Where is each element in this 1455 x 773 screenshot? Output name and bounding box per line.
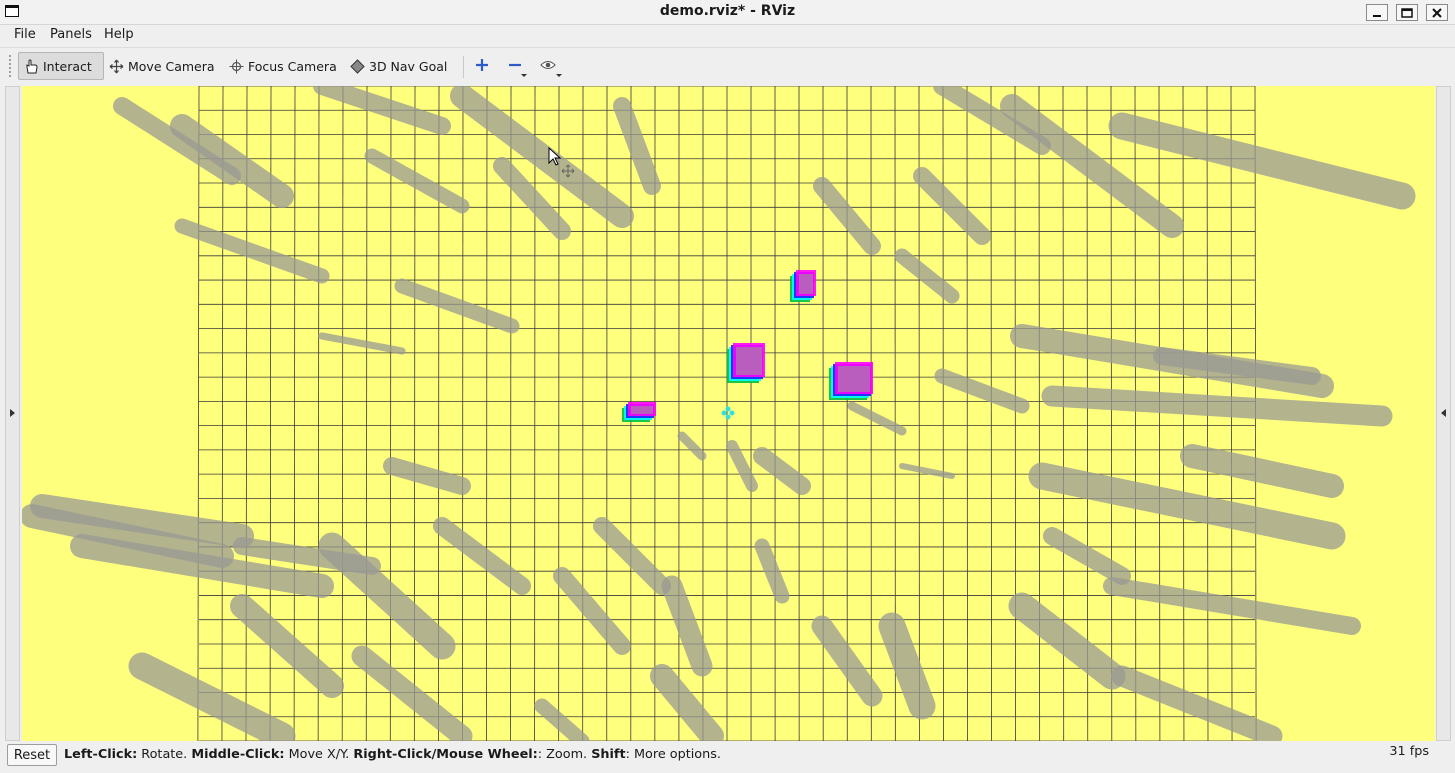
menu-file[interactable]: File: [14, 27, 36, 42]
focal-point-marker: [721, 406, 735, 420]
close-icon: [1432, 7, 1442, 18]
marker-boxes: [622, 270, 873, 422]
remove-tool-icon: [509, 63, 521, 67]
move-arrows-icon: [109, 59, 124, 74]
add-tool-icon: [476, 59, 488, 71]
window-title: demo.rviz* - RViz: [659, 3, 796, 19]
menu-panels[interactable]: Panels: [50, 27, 92, 42]
maximize-icon: [1401, 7, 1413, 18]
hint-right-click-key: Right-Click/Mouse Wheel:: [353, 747, 538, 762]
fps-counter: 31 fps: [1389, 744, 1429, 759]
minimize-button[interactable]: [1366, 4, 1388, 21]
tool-interact[interactable]: Interact: [18, 52, 104, 80]
reset-button[interactable]: Reset: [7, 744, 57, 766]
tool-focus-camera[interactable]: Focus Camera: [224, 52, 342, 80]
close-button[interactable]: [1426, 4, 1448, 21]
left-dock-collapse-bar[interactable]: [5, 86, 20, 741]
tool-interact-label: Interact: [43, 58, 92, 74]
menu-bar: File Panels Help: [0, 24, 1455, 46]
toolbar-grip-handle[interactable]: [8, 54, 12, 78]
tool-focus-camera-label: Focus Camera: [248, 58, 337, 74]
interaction-hint: Left-Click: Rotate. Middle-Click: Move X…: [64, 747, 721, 762]
tool-bar: Interact Move Camera Focus Camera 3D Nav…: [0, 47, 1455, 85]
tool-3d-nav-goal[interactable]: 3D Nav Goal: [345, 52, 452, 80]
hint-middle-click-desc: Move X/Y.: [284, 747, 354, 762]
tool-move-camera[interactable]: Move Camera: [104, 52, 220, 80]
remove-tool-dropdown-caret[interactable]: [521, 74, 527, 77]
diamond-icon: [350, 58, 365, 74]
hint-middle-click-key: Middle-Click:: [191, 747, 285, 762]
eye-icon: [540, 61, 556, 69]
maximize-button[interactable]: [1396, 4, 1418, 21]
right-dock-collapse-bar[interactable]: [1436, 86, 1451, 741]
hint-right-click-desc: : Zoom.: [537, 747, 592, 762]
expand-left-arrow-icon: [10, 409, 15, 417]
toolbar-separator: [463, 56, 464, 78]
tool-3d-nav-goal-label: 3D Nav Goal: [369, 58, 448, 74]
render-viewport[interactable]: [22, 86, 1435, 741]
hand-pointer-icon: [24, 58, 39, 74]
expand-right-arrow-icon: [1441, 409, 1446, 417]
hint-shift-desc: : More options.: [625, 747, 721, 762]
minimize-icon: [1373, 14, 1381, 17]
laser-scan-obstacles: [22, 86, 1416, 741]
tool-move-camera-label: Move Camera: [128, 58, 215, 74]
crosshair-icon: [229, 59, 244, 74]
visibility-dropdown-caret[interactable]: [556, 74, 562, 77]
title-bar: demo.rviz* - RViz: [0, 0, 1455, 25]
add-tool-button[interactable]: [471, 54, 493, 76]
menu-help[interactable]: Help: [104, 27, 134, 42]
hint-left-click-key: Left-Click:: [64, 747, 138, 762]
hint-left-click-desc: Rotate.: [137, 747, 192, 762]
3d-scene[interactable]: [22, 86, 1435, 741]
remove-tool-button[interactable]: [504, 54, 527, 77]
hint-shift-key: Shift: [591, 747, 626, 762]
status-bar: Reset Left-Click: Rotate. Middle-Click: …: [0, 742, 1455, 773]
tool-visibility-button[interactable]: [537, 54, 562, 77]
